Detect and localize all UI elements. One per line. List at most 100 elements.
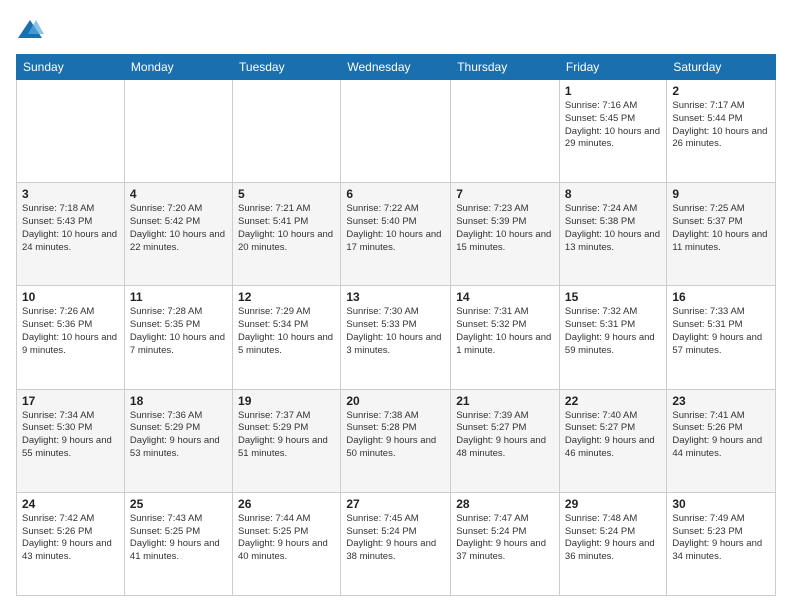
day-number: 4 — [130, 187, 227, 201]
calendar-cell: 23Sunrise: 7:41 AMSunset: 5:26 PMDayligh… — [667, 389, 776, 492]
header — [16, 16, 776, 44]
calendar-cell — [17, 80, 125, 183]
calendar-cell: 13 Sunrise: 7:30 AMSunset: 5:33 PMDayligh… — [341, 286, 451, 389]
calendar-week-0: 1 Sunrise: 7:16 AMSunset: 5:45 PMDaylight… — [17, 80, 776, 183]
day-number: 25 — [130, 497, 227, 511]
day-info: Sunrise: 7:42 AMSunset: 5:26 PMDaylight:… — [22, 513, 119, 564]
day-number: 3 — [22, 187, 119, 201]
day-info: Sunrise: 7:36 AMSunset: 5:29 PMDaylight:… — [130, 410, 227, 461]
calendar-cell: 9 Sunrise: 7:25 AMSunset: 5:37 PMDaylight… — [667, 183, 776, 286]
calendar-header-sunday: Sunday — [17, 55, 125, 80]
day-info: Sunrise: 7:38 AMSunset: 5:28 PMDaylight:… — [346, 410, 445, 461]
day-info: Sunrise: 7:49 AMSunset: 5:23 PMDaylight:… — [672, 513, 770, 564]
calendar-table: SundayMondayTuesdayWednesdayThursdayFrid… — [16, 54, 776, 596]
day-number: 6 — [346, 187, 445, 201]
calendar-cell: 15 Sunrise: 7:32 AMSunset: 5:31 PMDayligh… — [559, 286, 666, 389]
logo-icon — [16, 16, 44, 44]
calendar-cell: 26 Sunrise: 7:44 AMSunset: 5:25 PMDayligh… — [233, 492, 341, 595]
day-info: Sunrise: 7:22 AMSunset: 5:40 PMDaylight:… — [346, 203, 445, 254]
calendar-header-thursday: Thursday — [451, 55, 560, 80]
day-number: 27 — [346, 497, 445, 511]
day-info: Sunrise: 7:16 AMSunset: 5:45 PMDaylight:… — [565, 100, 661, 151]
calendar-cell: 2 Sunrise: 7:17 AMSunset: 5:44 PMDaylight… — [667, 80, 776, 183]
calendar-cell: 25 Sunrise: 7:43 AMSunset: 5:25 PMDayligh… — [124, 492, 232, 595]
calendar-week-3: 17Sunrise: 7:34 AMSunset: 5:30 PMDayligh… — [17, 389, 776, 492]
calendar-header-saturday: Saturday — [667, 55, 776, 80]
day-info: Sunrise: 7:31 AMSunset: 5:32 PMDaylight:… — [456, 306, 554, 357]
day-number: 22 — [565, 394, 661, 408]
calendar-cell: 11Sunrise: 7:28 AMSunset: 5:35 PMDayligh… — [124, 286, 232, 389]
day-number: 5 — [238, 187, 335, 201]
day-info: Sunrise: 7:47 AMSunset: 5:24 PMDaylight:… — [456, 513, 554, 564]
day-info: Sunrise: 7:41 AMSunset: 5:26 PMDaylight:… — [672, 410, 770, 461]
calendar-cell — [124, 80, 232, 183]
calendar-header-tuesday: Tuesday — [233, 55, 341, 80]
day-number: 15 — [565, 290, 661, 304]
day-info: Sunrise: 7:32 AMSunset: 5:31 PMDaylight:… — [565, 306, 661, 357]
calendar-cell: 3 Sunrise: 7:18 AMSunset: 5:43 PMDaylight… — [17, 183, 125, 286]
day-info: Sunrise: 7:25 AMSunset: 5:37 PMDaylight:… — [672, 203, 770, 254]
calendar-cell — [341, 80, 451, 183]
day-number: 12 — [238, 290, 335, 304]
calendar-cell — [451, 80, 560, 183]
calendar-cell: 18 Sunrise: 7:36 AMSunset: 5:29 PMDayligh… — [124, 389, 232, 492]
day-info: Sunrise: 7:21 AMSunset: 5:41 PMDaylight:… — [238, 203, 335, 254]
day-info: Sunrise: 7:30 AMSunset: 5:33 PMDaylight:… — [346, 306, 445, 357]
day-info: Sunrise: 7:45 AMSunset: 5:24 PMDaylight:… — [346, 513, 445, 564]
page: SundayMondayTuesdayWednesdayThursdayFrid… — [0, 0, 792, 612]
calendar-cell — [233, 80, 341, 183]
day-info: Sunrise: 7:34 AMSunset: 5:30 PMDaylight:… — [22, 410, 119, 461]
calendar-cell: 8 Sunrise: 7:24 AMSunset: 5:38 PMDaylight… — [559, 183, 666, 286]
day-number: 11 — [130, 290, 227, 304]
calendar-header-friday: Friday — [559, 55, 666, 80]
day-number: 2 — [672, 84, 770, 98]
day-info: Sunrise: 7:40 AMSunset: 5:27 PMDaylight:… — [565, 410, 661, 461]
day-number: 26 — [238, 497, 335, 511]
day-number: 28 — [456, 497, 554, 511]
day-number: 16 — [672, 290, 770, 304]
day-number: 21 — [456, 394, 554, 408]
calendar-cell: 4 Sunrise: 7:20 AMSunset: 5:42 PMDaylight… — [124, 183, 232, 286]
day-number: 1 — [565, 84, 661, 98]
calendar-cell: 17Sunrise: 7:34 AMSunset: 5:30 PMDayligh… — [17, 389, 125, 492]
calendar-cell: 7Sunrise: 7:23 AMSunset: 5:39 PMDaylight… — [451, 183, 560, 286]
day-number: 20 — [346, 394, 445, 408]
day-number: 9 — [672, 187, 770, 201]
day-info: Sunrise: 7:24 AMSunset: 5:38 PMDaylight:… — [565, 203, 661, 254]
day-info: Sunrise: 7:44 AMSunset: 5:25 PMDaylight:… — [238, 513, 335, 564]
day-info: Sunrise: 7:48 AMSunset: 5:24 PMDaylight:… — [565, 513, 661, 564]
day-number: 13 — [346, 290, 445, 304]
day-number: 10 — [22, 290, 119, 304]
calendar-cell: 14Sunrise: 7:31 AMSunset: 5:32 PMDayligh… — [451, 286, 560, 389]
day-info: Sunrise: 7:17 AMSunset: 5:44 PMDaylight:… — [672, 100, 770, 151]
day-number: 29 — [565, 497, 661, 511]
calendar-header-row: SundayMondayTuesdayWednesdayThursdayFrid… — [17, 55, 776, 80]
day-info: Sunrise: 7:33 AMSunset: 5:31 PMDaylight:… — [672, 306, 770, 357]
day-info: Sunrise: 7:43 AMSunset: 5:25 PMDaylight:… — [130, 513, 227, 564]
day-number: 18 — [130, 394, 227, 408]
calendar-cell: 20 Sunrise: 7:38 AMSunset: 5:28 PMDayligh… — [341, 389, 451, 492]
day-info: Sunrise: 7:39 AMSunset: 5:27 PMDaylight:… — [456, 410, 554, 461]
day-number: 24 — [22, 497, 119, 511]
calendar-week-2: 10Sunrise: 7:26 AMSunset: 5:36 PMDayligh… — [17, 286, 776, 389]
calendar-cell: 5 Sunrise: 7:21 AMSunset: 5:41 PMDaylight… — [233, 183, 341, 286]
day-number: 8 — [565, 187, 661, 201]
logo — [16, 16, 48, 44]
day-number: 30 — [672, 497, 770, 511]
day-info: Sunrise: 7:20 AMSunset: 5:42 PMDaylight:… — [130, 203, 227, 254]
calendar-cell: 30 Sunrise: 7:49 AMSunset: 5:23 PMDayligh… — [667, 492, 776, 595]
calendar-cell: 12 Sunrise: 7:29 AMSunset: 5:34 PMDayligh… — [233, 286, 341, 389]
calendar-cell: 27 Sunrise: 7:45 AMSunset: 5:24 PMDayligh… — [341, 492, 451, 595]
day-info: Sunrise: 7:18 AMSunset: 5:43 PMDaylight:… — [22, 203, 119, 254]
day-info: Sunrise: 7:23 AMSunset: 5:39 PMDaylight:… — [456, 203, 554, 254]
calendar-week-1: 3 Sunrise: 7:18 AMSunset: 5:43 PMDaylight… — [17, 183, 776, 286]
day-info: Sunrise: 7:37 AMSunset: 5:29 PMDaylight:… — [238, 410, 335, 461]
calendar-cell: 28 Sunrise: 7:47 AMSunset: 5:24 PMDayligh… — [451, 492, 560, 595]
calendar-cell: 1 Sunrise: 7:16 AMSunset: 5:45 PMDaylight… — [559, 80, 666, 183]
calendar-cell: 19 Sunrise: 7:37 AMSunset: 5:29 PMDayligh… — [233, 389, 341, 492]
calendar-cell: 16 Sunrise: 7:33 AMSunset: 5:31 PMDayligh… — [667, 286, 776, 389]
day-number: 19 — [238, 394, 335, 408]
calendar-cell: 22 Sunrise: 7:40 AMSunset: 5:27 PMDayligh… — [559, 389, 666, 492]
calendar-header-monday: Monday — [124, 55, 232, 80]
day-info: Sunrise: 7:29 AMSunset: 5:34 PMDaylight:… — [238, 306, 335, 357]
